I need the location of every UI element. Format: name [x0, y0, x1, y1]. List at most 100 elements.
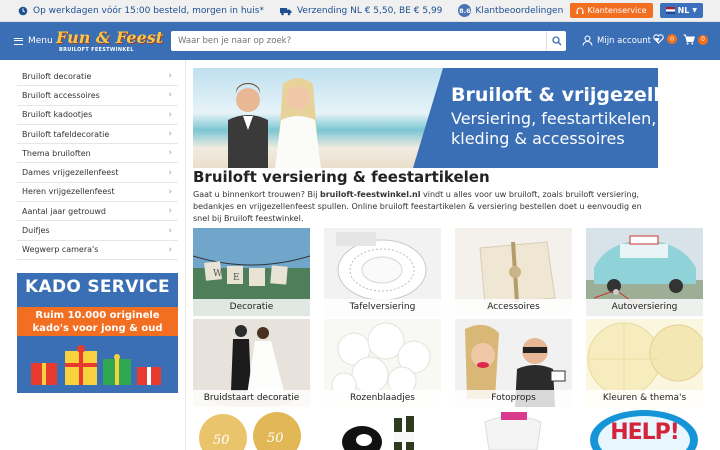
tile-label: Rozenblaadjes [324, 390, 441, 407]
chevron-right-icon: › [168, 186, 172, 197]
search-input[interactable] [171, 32, 546, 50]
sidebar-item-bruiloft-accessoires[interactable]: Bruiloft accessoires › [17, 86, 178, 106]
chevron-right-icon: › [168, 109, 172, 120]
usp-delivery-text: Op werkdagen vóór 15:00 besteld, morgen … [33, 5, 264, 16]
category-tile-fotoprops[interactable]: Fotoprops [455, 319, 572, 407]
language-label: NL [677, 6, 690, 15]
sidebar-item-label: Thema bruiloften [22, 148, 91, 158]
category-tile-rozenblaadjes[interactable]: Rozenblaadjes [324, 319, 441, 407]
category-tile-autoversiering[interactable]: Autoversiering [586, 228, 703, 316]
menu-button[interactable]: Menu [14, 36, 54, 46]
wedding-couple-photo [193, 68, 443, 168]
chevron-right-icon: › [168, 206, 172, 217]
chevron-right-icon: › [168, 225, 172, 236]
tile-label: Bruidstaart decoratie [193, 390, 310, 407]
account-menu[interactable]: Mijn account ▼ [582, 35, 660, 46]
intro-site-link[interactable]: bruiloft-feestwinkel.nl [320, 190, 420, 199]
help-sign-text: HELP! [610, 420, 680, 445]
logo-main-text: Fun & Feest [56, 28, 164, 47]
usp-delivery: Op werkdagen vóór 15:00 besteld, morgen … [18, 6, 264, 16]
user-icon [582, 35, 593, 46]
category-tile-jubileum[interactable]: 50 50 [193, 410, 310, 450]
hero-banner[interactable]: Bruiloft & vrijgezellen Versiering, fees… [193, 68, 658, 168]
usp-bar: Op werkdagen vóór 15:00 besteld, morgen … [0, 0, 720, 22]
tile-label: Kleuren & thema's [586, 390, 703, 407]
category-tile-bruidstaart-decoratie[interactable]: Bruidstaart decoratie [193, 319, 310, 407]
category-tile-bedankjes[interactable] [324, 410, 441, 450]
category-tile-accessoires[interactable]: Accessoires [455, 228, 572, 316]
column-divider [185, 60, 186, 450]
kado-banner-line1: Ruim 10.000 originele [35, 310, 160, 321]
tile-label: Accessoires [455, 299, 572, 316]
heart-icon [653, 34, 664, 44]
hero-subheadline: Versiering, feestartikelen, kleding & ac… [451, 109, 656, 149]
sidebar-item-label: Bruiloft decoratie [22, 71, 92, 81]
customer-service-label: Klantenservice [587, 6, 647, 15]
category-tile-kleuren-themas[interactable]: Kleuren & thema's [586, 319, 703, 407]
hamburger-icon [14, 37, 23, 45]
site-header: Menu Fun & Feest BRUILOFT FEESTWINKEL Mi… [0, 22, 720, 60]
groom-figure [228, 83, 268, 168]
kado-banner-line2: kado's voor jong & oud [32, 323, 163, 334]
chevron-right-icon: › [168, 167, 172, 178]
sidebar-item-aantal-jaar-getrouwd[interactable]: Aantal jaar getrouwd › [17, 202, 178, 222]
sidebar-item-label: Duifjes [22, 226, 50, 236]
tile-label: Decoratie [193, 299, 310, 316]
category-tile-tafelversiering[interactable]: Tafelversiering [324, 228, 441, 316]
svg-text:50: 50 [267, 431, 284, 446]
sidebar-item-dames-vrijgezellenfeest[interactable]: Dames vrijgezellenfeest › [17, 163, 178, 183]
sidebar-item-bruiloft-tafeldecoratie[interactable]: Bruiloft tafeldecoratie › [17, 125, 178, 145]
reviews-link[interactable]: Klantbeoordelingen [475, 6, 563, 16]
category-tile-decoratie[interactable]: WE Decoratie [193, 228, 310, 316]
chevron-right-icon: › [168, 90, 172, 101]
hero-headline: Bruiloft & vrijgezellen [451, 84, 658, 106]
usp-reviews[interactable]: 8.6 Klantbeoordelingen [458, 4, 563, 17]
usp-shipping-text: Verzending NL € 5,50, BE € 5,99 [296, 5, 443, 16]
usp-shipping: Verzending NL € 5,50, BE € 5,99 [279, 5, 443, 16]
category-tile-vrijgezellen[interactable] [455, 410, 572, 450]
sidebar-item-label: Dames vrijgezellenfeest [22, 168, 119, 178]
search-bar [171, 31, 566, 51]
hero-line3: kleding & accessoires [451, 129, 625, 148]
svg-text:E: E [233, 273, 240, 283]
kado-banner-subtitle: Ruim 10.000 originele kado's voor jong &… [17, 307, 178, 336]
jubileum-balloons-image: 50 50 [193, 410, 310, 450]
sidebar-item-label: Heren vrijgezellenfeest [22, 187, 115, 197]
intro-text: Gaat u binnenkort trouwen? Bij bruiloft-… [193, 189, 658, 225]
sidebar-item-label: Bruiloft kadootjes [22, 110, 93, 120]
sidebar-item-thema-bruiloften[interactable]: Thema bruiloften › [17, 144, 178, 164]
chevron-right-icon: › [168, 129, 172, 140]
flag-nl-icon [665, 7, 675, 14]
gift-boxes-illustration [31, 345, 161, 385]
wishlist-button[interactable]: 0 [653, 34, 677, 44]
search-button[interactable] [546, 31, 566, 51]
wishlist-count: 0 [667, 34, 677, 44]
sidebar-item-bruiloft-decoratie[interactable]: Bruiloft decoratie › [17, 67, 178, 87]
kado-service-banner[interactable]: KADO SERVICE Ruim 10.000 originele kado'… [17, 273, 178, 393]
sidebar-item-heren-vrijgezellenfeest[interactable]: Heren vrijgezellenfeest › [17, 183, 178, 203]
headset-icon [576, 7, 584, 14]
sidebar-item-label: Aantal jaar getrouwd [22, 206, 106, 216]
kado-banner-title: KADO SERVICE [25, 277, 170, 297]
logo-sub-text: BRUILOFT FEESTWINKEL [59, 47, 134, 53]
tile-label: Fotoprops [455, 390, 572, 407]
menu-label: Menu [28, 36, 53, 46]
clock-icon [18, 6, 28, 15]
tile-label: Autoversiering [586, 299, 703, 316]
sidebar-item-label: Bruiloft accessoires [22, 90, 100, 100]
sidebar-item-duifjes[interactable]: Duifjes › [17, 221, 178, 241]
chevron-down-icon: ▼ [692, 7, 697, 14]
cart-button[interactable]: 0 [683, 34, 708, 45]
sidebar-item-bruiloft-kadootjes[interactable]: Bruiloft kadootjes › [17, 106, 178, 125]
chevron-right-icon: › [168, 148, 172, 159]
tile-label: Tafelversiering [324, 299, 441, 316]
customer-service-button[interactable]: Klantenservice [570, 3, 653, 18]
rating-badge: 8.6 [458, 4, 472, 17]
truck-icon [279, 7, 292, 15]
bride-figure [275, 78, 321, 168]
site-logo[interactable]: Fun & Feest BRUILOFT FEESTWINKEL [56, 26, 163, 56]
chevron-right-icon: › [168, 244, 172, 255]
language-selector[interactable]: NL ▼ [659, 3, 703, 18]
category-tile-help-sign[interactable]: HELP! [586, 410, 703, 450]
sidebar-item-wegwerp-cameras[interactable]: Wegwerp camera's › [17, 241, 178, 260]
